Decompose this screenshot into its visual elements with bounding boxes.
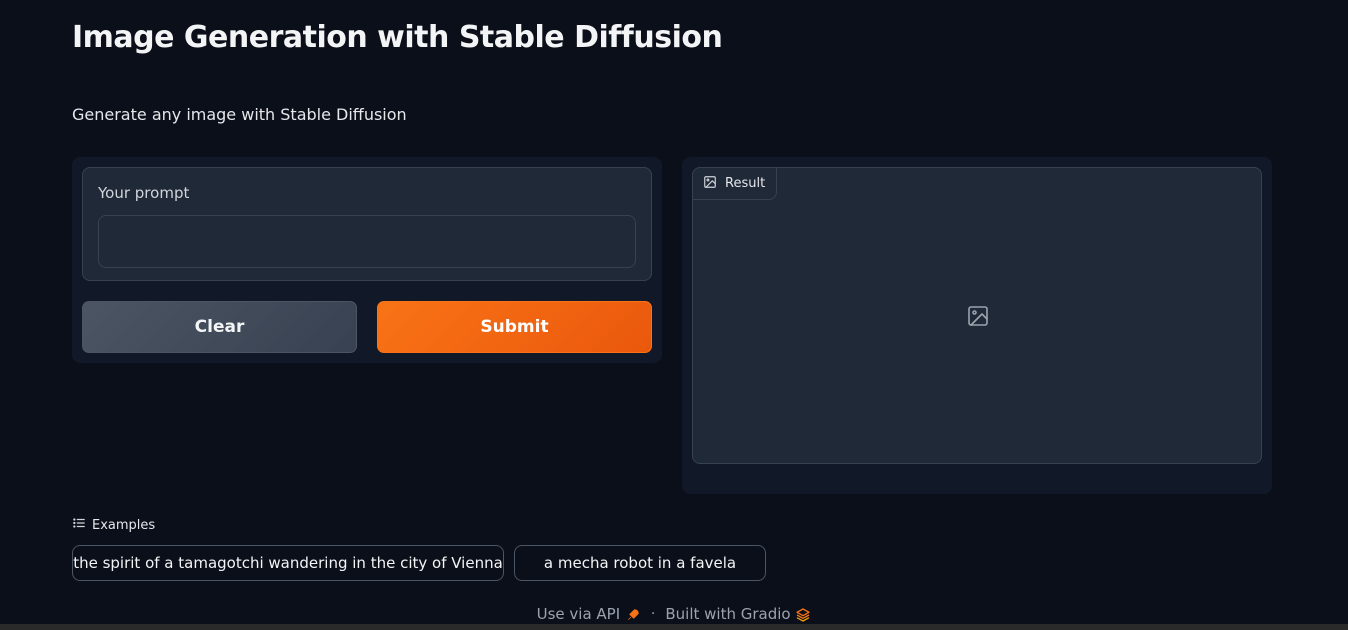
gradio-link[interactable]: Built with Gradio — [665, 605, 811, 623]
rocket-icon — [625, 605, 641, 623]
result-label-tag: Result — [693, 168, 777, 200]
list-icon — [72, 516, 86, 534]
prompt-input[interactable] — [98, 215, 636, 268]
page-description: Generate any image with Stable Diffusion — [72, 105, 407, 124]
prompt-block: Your prompt — [82, 167, 652, 281]
gradio-link-text: Built with Gradio — [665, 605, 791, 623]
image-icon — [703, 175, 717, 193]
api-link[interactable]: Use via API — [537, 605, 641, 623]
footer: Use via API · Built with Gradio — [0, 605, 1348, 623]
app-root: Image Generation with Stable Diffusion G… — [0, 0, 1348, 630]
examples-header: Examples — [72, 516, 155, 534]
footer-separator: · — [650, 606, 656, 622]
submit-button[interactable]: Submit — [377, 301, 652, 353]
result-image-block: Result — [692, 167, 1262, 464]
examples-label: Examples — [92, 517, 156, 533]
api-link-text: Use via API — [536, 605, 621, 623]
prompt-label: Your prompt — [98, 184, 190, 202]
page-title: Image Generation with Stable Diffusion — [72, 20, 723, 55]
gradio-logo-icon — [795, 605, 811, 623]
clear-button[interactable]: Clear — [82, 301, 357, 353]
input-panel: Your prompt Clear Submit — [72, 157, 662, 363]
image-placeholder-icon — [966, 304, 990, 328]
result-label: Result — [725, 176, 766, 191]
bottom-scrollbar — [0, 624, 1348, 630]
output-panel: Result — [682, 157, 1272, 494]
example-item[interactable]: the spirit of a tamagotchi wandering in … — [72, 545, 504, 581]
example-item[interactable]: a mecha robot in a favela — [514, 545, 766, 581]
